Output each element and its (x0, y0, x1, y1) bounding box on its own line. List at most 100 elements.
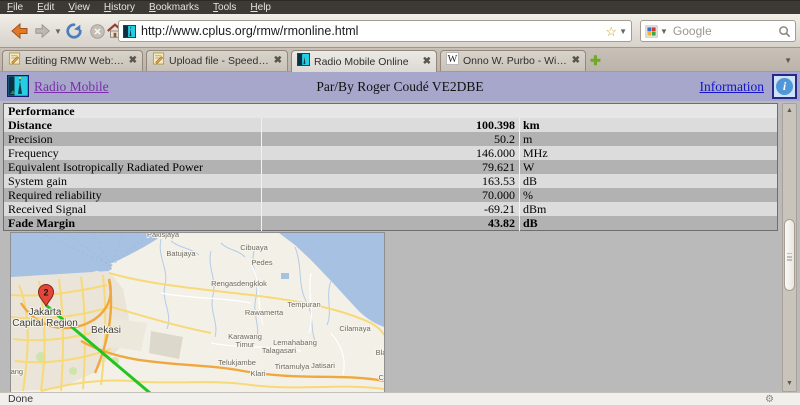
information-link[interactable]: Information (700, 79, 764, 95)
tab-close-icon[interactable]: ✖ (572, 56, 580, 66)
scrollbar-down-icon[interactable]: ▼ (783, 377, 796, 390)
table-row: System gain163.53dB (4, 174, 778, 188)
map-place-label: Cilamaya (339, 324, 371, 333)
map-place-label: Pakisjaya (147, 233, 180, 239)
row-unit: dB (520, 216, 778, 231)
menu-item-help[interactable]: Help (243, 1, 278, 14)
row-label: Precision (4, 132, 262, 146)
search-engine-dropdown-icon[interactable]: ▼ (660, 27, 668, 36)
row-unit: W (520, 160, 778, 174)
forward-button[interactable] (32, 19, 54, 43)
tab-4[interactable]: W Onno W. Purbo - Wikipedi... ✖ (440, 50, 586, 71)
bookmark-star-icon[interactable]: ☆ (605, 25, 617, 38)
row-label: Equivalent Isotropically Radiated Power (4, 160, 262, 174)
tab-2[interactable]: Upload file - SpeedyWiki ✖ (146, 50, 288, 71)
menu-item-bookmarks[interactable]: Bookmarks (142, 1, 206, 14)
svg-text:W: W (448, 54, 458, 65)
map-place-label: Batujaya (166, 249, 196, 258)
map-place-label: Rawamerta (245, 308, 284, 317)
row-unit: MHz (520, 146, 778, 160)
tab-title: Upload file - SpeedyWiki (169, 55, 270, 67)
row-value: 50.2 (262, 132, 520, 146)
row-value: 146.000 (262, 146, 520, 160)
site-favicon-icon (123, 25, 136, 38)
tab-title: Onno W. Purbo - Wikipedi... (463, 55, 568, 67)
map-place-label: Capital Region (12, 318, 78, 329)
wiki-page-icon (152, 52, 165, 70)
map-place-label: Bekasi (91, 325, 121, 336)
new-tab-button[interactable]: ✚ (590, 54, 601, 67)
menu-item-edit[interactable]: Edit (30, 1, 61, 14)
reload-button[interactable] (63, 19, 85, 43)
search-icon[interactable] (778, 25, 791, 38)
tab-bar: ✚ ▼ Editing RMW Web: Mengh...✖Upload fil… (0, 48, 800, 72)
table-row: Equivalent Isotropically Radiated Power7… (4, 160, 778, 174)
tab-title: Editing RMW Web: Mengh... (25, 55, 125, 67)
status-bar: Done ⚙ (0, 392, 800, 405)
row-unit: m (520, 132, 778, 146)
forward-icon (34, 22, 52, 40)
tab-close-icon[interactable]: ✖ (423, 57, 431, 67)
table-header-row: Performance (4, 104, 778, 119)
page-header: Radio Mobile Par/By Roger Coudé VE2DBE I… (0, 72, 800, 101)
menu-item-history[interactable]: History (97, 1, 142, 14)
browser-window: FileEditViewHistoryBookmarksToolsHelp ▼ (0, 0, 800, 405)
row-value: 163.53 (262, 174, 520, 188)
performance-table: Performance Distance100.398kmPrecision50… (3, 103, 778, 231)
tab-close-icon[interactable]: ✖ (129, 56, 137, 66)
wiki-page-icon (8, 52, 21, 70)
menu-bar: FileEditViewHistoryBookmarksToolsHelp (0, 0, 800, 14)
url-bar[interactable]: http://www.cplus.org/rmw/rmonline.html ☆… (118, 20, 632, 42)
tab-list-icon[interactable]: ▼ (784, 56, 792, 65)
tab-title: Radio Mobile Online (314, 56, 419, 68)
row-value: 43.82 (262, 216, 520, 231)
tab-1[interactable]: Editing RMW Web: Mengh... ✖ (2, 50, 143, 71)
table-row: Frequency146.000MHz (4, 146, 778, 160)
back-forward-dropdown[interactable]: ▼ (52, 19, 62, 43)
map-place-label: Telukjambe (218, 358, 256, 367)
page-content: Performance Distance100.398kmPrecision50… (0, 101, 800, 392)
vertical-scrollbar[interactable]: ▲ ▼ (782, 103, 797, 392)
radio-mobile-icon (297, 53, 310, 71)
info-icon: i (776, 78, 793, 95)
stop-icon (89, 23, 106, 40)
menu-item-tools[interactable]: Tools (206, 1, 243, 14)
table-title: Performance (4, 104, 778, 119)
map-place-label: Tirtamulya (275, 362, 311, 371)
menu-item-view[interactable]: View (61, 1, 97, 14)
row-value: 70.000 (262, 188, 520, 202)
row-value: 79.621 (262, 160, 520, 174)
row-unit: dBm (520, 202, 778, 216)
map-place-label: Jakarta (29, 307, 62, 318)
map-place-label: Jatisari (311, 361, 335, 370)
search-engine-icon (645, 25, 658, 38)
map-place-label: lang (11, 367, 23, 376)
page-byline: Par/By Roger Coudé VE2DBE (0, 79, 800, 95)
row-label: System gain (4, 174, 262, 188)
map-place-label: Timur (236, 340, 255, 349)
scrollbar-thumb[interactable] (784, 219, 795, 291)
url-dropdown-icon[interactable]: ▼ (619, 27, 627, 36)
stop-button[interactable] (86, 19, 108, 43)
scrollbar-up-icon[interactable]: ▲ (783, 104, 796, 117)
back-button[interactable] (8, 19, 30, 43)
tab-3[interactable]: Radio Mobile Online ✖ (291, 50, 437, 73)
chevron-down-icon: ▼ (54, 27, 62, 36)
row-label: Fade Margin (4, 216, 262, 231)
gear-icon[interactable]: ⚙ (765, 394, 774, 405)
table-row: Required reliability70.000% (4, 188, 778, 202)
info-button[interactable]: i (772, 74, 797, 99)
map-canvas[interactable]: PakisjayaBatujayaCibuayaPedesRengasdengk… (10, 232, 385, 392)
row-unit: dB (520, 174, 778, 188)
row-unit: % (520, 188, 778, 202)
status-text: Done (8, 393, 765, 405)
url-input[interactable]: http://www.cplus.org/rmw/rmonline.html (141, 24, 605, 38)
row-label: Required reliability (4, 188, 262, 202)
tab-close-icon[interactable]: ✖ (274, 56, 282, 66)
search-input[interactable]: Google (673, 24, 778, 38)
reload-icon (65, 22, 83, 40)
map-place-label: Cibuaya (240, 243, 268, 252)
map-place-label: Tempuran (287, 300, 320, 309)
menu-item-file[interactable]: File (0, 1, 30, 14)
search-bar[interactable]: ▼ Google (640, 20, 796, 42)
